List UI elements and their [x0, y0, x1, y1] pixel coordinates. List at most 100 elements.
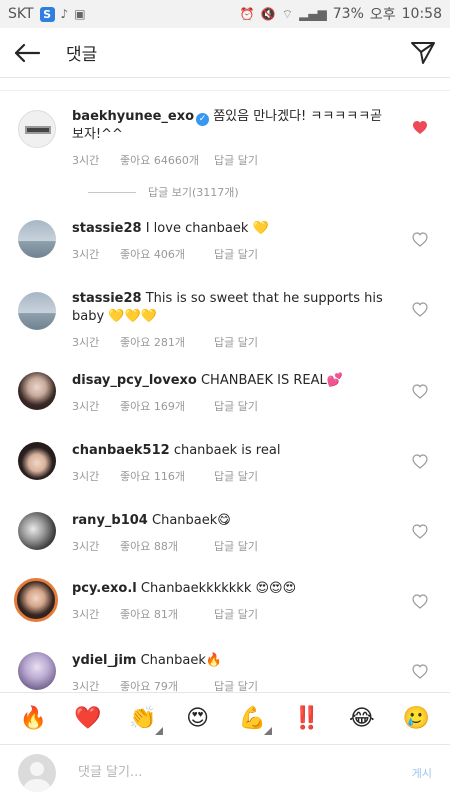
heart-icon[interactable] — [412, 302, 428, 318]
mute-icon: 🔇 — [260, 7, 276, 21]
comment-likes[interactable]: 좋아요 116개 — [120, 468, 214, 486]
comment-likes[interactable]: 좋아요 406개 — [120, 246, 214, 264]
reply-button[interactable]: 답글 달기 — [214, 678, 258, 692]
divider — [0, 90, 450, 91]
music-icon: ♪ — [60, 7, 69, 21]
reply-button[interactable]: 답글 달기 — [214, 246, 258, 264]
avatar[interactable] — [18, 442, 56, 480]
clock: 10:58 — [401, 6, 442, 22]
reply-button[interactable]: 답글 달기 — [214, 538, 258, 556]
comment-likes[interactable]: 좋아요 64660개 — [120, 152, 214, 170]
comment-username[interactable]: disay_pcy_lovexo — [72, 373, 197, 388]
double-exclamation-emoji-button[interactable]: ‼️ — [287, 706, 327, 731]
comment-meta: 3시간 좋아요 116개 답글 달기 — [72, 468, 392, 486]
holding-back-tears-emoji-button[interactable]: 🥲 — [397, 706, 437, 731]
avatar[interactable] — [18, 110, 56, 148]
post-button[interactable]: 게시 — [412, 765, 432, 781]
comment-likes[interactable]: 좋아요 81개 — [120, 606, 214, 624]
verified-badge-icon: ✓ — [196, 112, 210, 126]
avatar[interactable] — [18, 292, 56, 330]
comment-meta: 3시간 좋아요 406개 답글 달기 — [72, 246, 392, 264]
comment-meta: 3시간 좋아요 88개 답글 달기 — [72, 538, 392, 556]
comment-text: chanbaek is real — [173, 443, 281, 458]
comment-body: pcy.exo.l Chanbaekkkkkkk 😍😍😍 3시간 좋아요 81개… — [72, 580, 392, 624]
comment-composer: 게시 — [0, 744, 450, 800]
liked-heart-icon[interactable] — [412, 120, 428, 136]
comment-item: chanbaek512 chanbaek is real 3시간 좋아요 116… — [0, 442, 450, 502]
reply-button[interactable]: 답글 달기 — [214, 398, 258, 416]
heart-icon[interactable] — [412, 594, 428, 610]
heart-icon[interactable] — [412, 664, 428, 680]
comment-item: stassie28 This is so sweet that he suppo… — [0, 290, 450, 360]
comments-list[interactable]: baekhyunee_exo ✓ 쫌있음 만나겠다! ㅋㅋㅋㅋㅋ곧보자!^^ 3시… — [0, 78, 450, 692]
comment-item: disay_pcy_lovexo CHANBAEK IS REAL💕 3시간 좋… — [0, 372, 450, 432]
avatar[interactable] — [18, 652, 56, 690]
default-user-icon — [24, 761, 50, 792]
comment-username[interactable]: ydiel_jim — [72, 653, 136, 668]
comment-body: rany_b104 Chanbaek😋 3시간 좋아요 88개 답글 달기 — [72, 512, 392, 556]
clap-emoji-button[interactable]: 👏 — [123, 706, 163, 735]
comment-item: pcy.exo.l Chanbaekkkkkkk 😍😍😍 3시간 좋아요 81개… — [0, 578, 450, 642]
comment-text: CHANBAEK IS REAL💕 — [200, 373, 343, 388]
alarm-icon: ⏰ — [239, 7, 255, 21]
comment-meta: 3시간 좋아요 169개 답글 달기 — [72, 398, 392, 416]
comment-likes[interactable]: 좋아요 281개 — [120, 334, 214, 352]
comment-time: 3시간 — [72, 608, 100, 621]
wifi-icon: ⌔ — [281, 6, 294, 21]
comment-body: chanbaek512 chanbaek is real 3시간 좋아요 116… — [72, 442, 392, 486]
comment-likes[interactable]: 좋아요 79개 — [120, 678, 214, 692]
reply-button[interactable]: 답글 달기 — [214, 152, 258, 170]
reply-button[interactable]: 답글 달기 — [214, 334, 258, 352]
comment-item: stassie28 I love chanbaek 💛 3시간 좋아요 406개… — [0, 220, 450, 280]
comment-time: 3시간 — [72, 680, 100, 692]
avatar[interactable] — [18, 512, 56, 550]
comment-text: Chanbaekkkkkkk 😍😍😍 — [140, 581, 297, 596]
s-app-icon: S — [39, 6, 55, 22]
comment-username[interactable]: baekhyunee_exo — [72, 109, 194, 124]
flexed-biceps-emoji-button[interactable]: 💪 — [232, 706, 273, 735]
comment-username[interactable]: stassie28 — [72, 221, 142, 236]
send-icon — [411, 41, 435, 64]
emoji-quick-bar: 🔥 ❤️ 👏 😍 💪 ‼️ 😂 🥲 — [0, 692, 450, 744]
my-avatar — [18, 753, 56, 792]
comment-text: I love chanbaek 💛 — [145, 221, 269, 236]
back-button[interactable] — [2, 28, 52, 78]
comment-username[interactable]: pcy.exo.l — [72, 581, 137, 596]
avatar[interactable] — [18, 220, 56, 258]
fire-emoji-button[interactable]: 🔥 — [13, 706, 53, 731]
heart-eyes-emoji-button[interactable]: 😍 — [178, 706, 218, 731]
back-arrow-icon — [14, 43, 41, 62]
comment-body: baekhyunee_exo ✓ 쫌있음 만나겠다! ㅋㅋㅋㅋㅋ곧보자!^^ 3시… — [72, 108, 392, 170]
comment-meta: 3시간 좋아요 64660개 답글 달기 — [72, 152, 392, 170]
comment-username[interactable]: stassie28 — [72, 291, 142, 306]
view-replies-label: 답글 보기(3117개) — [148, 186, 239, 199]
comment-time: 3시간 — [72, 400, 100, 413]
header: 댓글 — [0, 28, 450, 78]
comment-likes[interactable]: 좋아요 169개 — [120, 398, 214, 416]
divider — [88, 191, 136, 193]
heart-icon[interactable] — [412, 384, 428, 400]
view-replies-button[interactable]: 답글 보기(3117개) — [88, 184, 239, 200]
comment-likes[interactable]: 좋아요 88개 — [120, 538, 214, 556]
comment-item: rany_b104 Chanbaek😋 3시간 좋아요 88개 답글 달기 — [0, 512, 450, 572]
heart-icon[interactable] — [412, 232, 428, 248]
share-button[interactable] — [398, 28, 448, 78]
avatar[interactable] — [18, 372, 56, 410]
heart-emoji-button[interactable]: ❤️ — [68, 706, 108, 731]
comment-body: stassie28 I love chanbaek 💛 3시간 좋아요 406개… — [72, 220, 392, 264]
carrier-label: SKT — [8, 6, 34, 22]
comment-username[interactable]: chanbaek512 — [72, 443, 170, 458]
reply-button[interactable]: 답글 달기 — [214, 468, 258, 486]
comment-item: ydiel_jim Chanbaek🔥 3시간 좋아요 79개 답글 달기 — [0, 652, 450, 692]
avatar-with-story-ring[interactable] — [14, 578, 58, 622]
comment-input[interactable] — [78, 765, 412, 780]
comment-username[interactable]: rany_b104 — [72, 513, 148, 528]
page-title: 댓글 — [66, 45, 98, 65]
reply-button[interactable]: 답글 달기 — [214, 606, 258, 624]
comment-body: ydiel_jim Chanbaek🔥 3시간 좋아요 79개 답글 달기 — [72, 652, 392, 692]
heart-icon[interactable] — [412, 454, 428, 470]
tears-of-joy-emoji-button[interactable]: 😂 — [342, 706, 382, 731]
comment-text: Chanbaek🔥 — [140, 653, 223, 668]
heart-icon[interactable] — [412, 524, 428, 540]
comment-meta: 3시간 좋아요 79개 답글 달기 — [72, 678, 392, 692]
